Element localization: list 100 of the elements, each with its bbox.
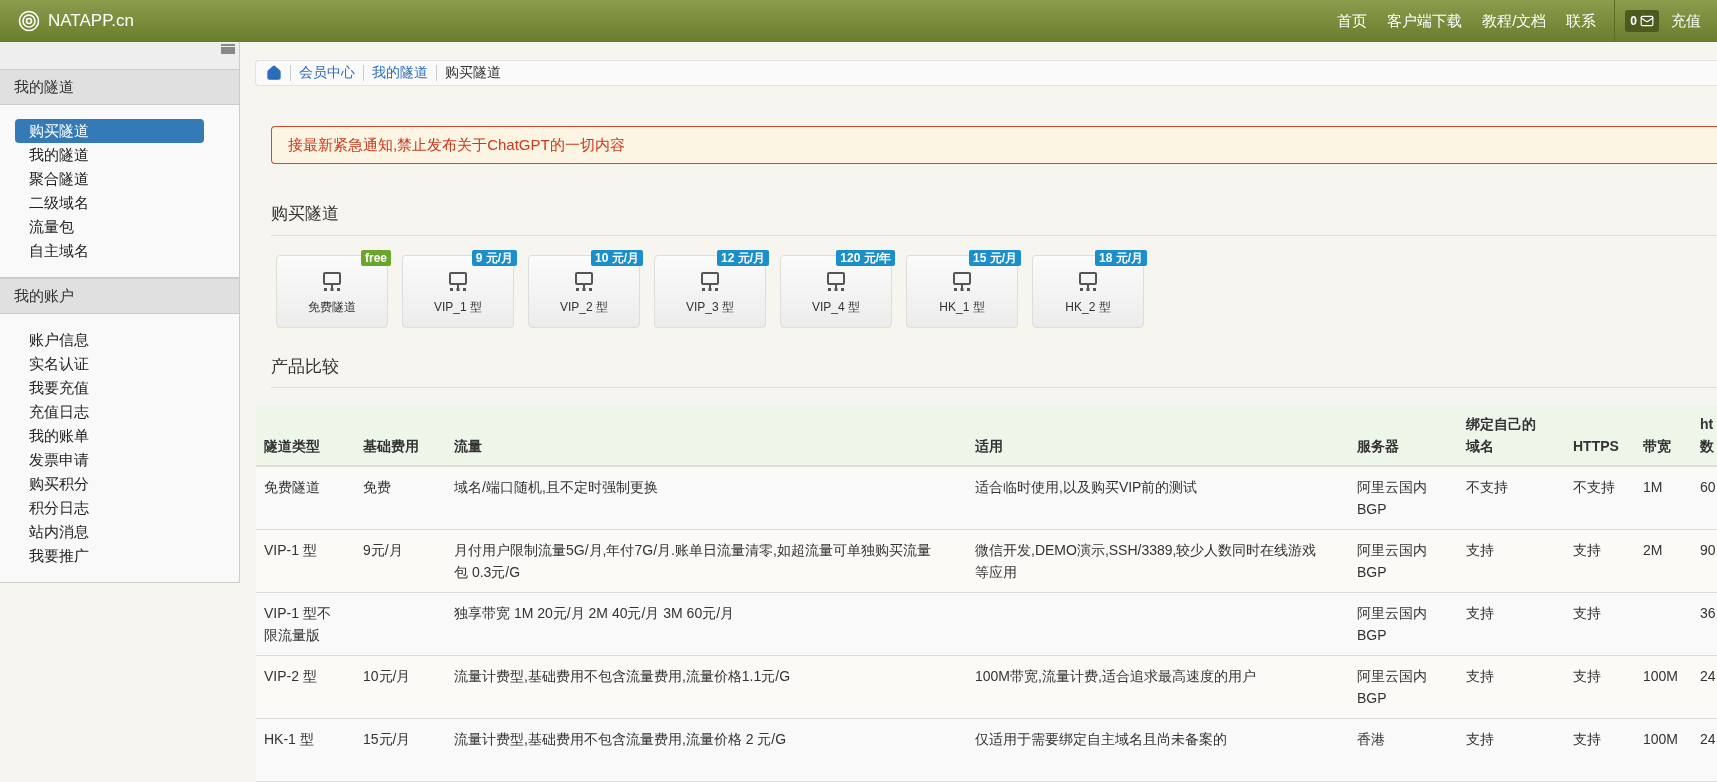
price-badge: 15 元/月 — [969, 249, 1021, 266]
breadcrumb-link[interactable]: 会员中心 — [299, 62, 355, 84]
table-cell-text: 阿里云国内 BGP — [1356, 478, 1428, 519]
table-cell-text: 不支持 — [1572, 478, 1616, 497]
table-cell-text: 免费 — [362, 478, 392, 497]
sidebar-item[interactable]: 实名认证 — [15, 352, 204, 376]
table-cell-text: 24 — [1699, 667, 1717, 686]
logo-text[interactable]: NATAPP.cn — [48, 8, 134, 34]
table-cell-text: 阿里云国内 BGP — [1356, 667, 1428, 708]
table-cell-text: 100M带宽,流量计费,适合追求最高速度的用户 — [974, 667, 1257, 686]
column-header: ht 数 — [1699, 415, 1715, 456]
nav-link[interactable]: 联系 — [1566, 9, 1597, 33]
table-cell-text: 不支持 — [1465, 478, 1509, 497]
table-cell-text: 流量计费型,基础费用不包含流量费用,流量价格 2 元/G — [453, 730, 788, 749]
sidebar-item[interactable]: 账户信息 — [15, 328, 204, 352]
table-cell-text: 支持 — [1572, 730, 1602, 749]
sidebar-section-header: 我的账户 — [0, 278, 239, 314]
table-cell-text: 支持 — [1572, 541, 1602, 560]
table-cell-text: 60 — [1699, 478, 1717, 497]
plan-name: VIP_2 型 — [560, 299, 608, 316]
table-cell-text: VIP-1 型 — [263, 541, 318, 560]
price-badge: 9 元/月 — [471, 249, 517, 266]
monitor-network-icon — [1079, 272, 1097, 292]
table-cell-text: 100M — [1642, 730, 1680, 749]
sidebar-item[interactable]: 我的隧道 — [15, 143, 204, 167]
table-cell-text: 月付用户限制流量5G/月,年付7G/月.账单日流量清零,如超流量可单独购买流量包 0.3元/G — [453, 541, 932, 582]
sidebar-item[interactable]: 发票申请 — [15, 448, 204, 472]
table-cell-text: 1M — [1642, 478, 1664, 497]
table-cell-text: 阿里云国内 BGP — [1356, 541, 1428, 582]
table-cell-text: 流量计费型,基础费用不包含流量费用,流量价格1.1元/G — [453, 667, 792, 686]
plan-name: HK_2 型 — [1065, 299, 1111, 316]
sidebar-item[interactable]: 聚合隧道 — [15, 167, 204, 191]
breadcrumb-link[interactable]: 购买隧道 — [445, 62, 501, 84]
sidebar-item[interactable]: 充值日志 — [15, 400, 204, 424]
section-heading: 购买隧道 — [271, 204, 339, 223]
table-cell-text: HK-1 型 — [263, 730, 315, 749]
column-header: 适用 — [974, 437, 1004, 456]
table-cell-text: 独享带宽 1M 20元/月 2M 40元/月 3M 60元/月 — [453, 604, 736, 623]
table-cell-text: 香港 — [1356, 730, 1386, 749]
table-cell-text: 仅适用于需要绑定自主域名且尚未备案的 — [974, 730, 1228, 749]
message-badge[interactable]: 0 — [1625, 10, 1659, 32]
price-badge: 120 元/年 — [836, 249, 895, 266]
sidebar-item[interactable]: 站内消息 — [15, 520, 204, 544]
sidebar-item[interactable]: 积分日志 — [15, 496, 204, 520]
monitor-network-icon — [575, 272, 593, 292]
collapse-toggle-icon[interactable] — [221, 44, 235, 54]
nav-link[interactable]: 教程/文档 — [1482, 9, 1547, 33]
column-header: 服务器 — [1356, 437, 1400, 456]
table-cell-text: 支持 — [1465, 730, 1495, 749]
table-cell-text: VIP-1 型不限流量版 — [263, 604, 332, 645]
column-header: HTTPS — [1572, 437, 1620, 456]
sidebar-item[interactable]: 二级域名 — [15, 191, 204, 215]
table-cell-text: 10元/月 — [362, 667, 412, 686]
plan-name: VIP_3 型 — [686, 299, 734, 316]
table-cell-text: 免费隧道 — [263, 478, 321, 497]
breadcrumb-link[interactable]: 我的隧道 — [372, 62, 428, 84]
table-cell-text: 90 — [1699, 541, 1717, 560]
column-header: 隧道类型 — [263, 437, 321, 456]
table-cell-text: 100M — [1642, 667, 1680, 686]
table-cell-text: 域名/端口随机,且不定时强制更换 — [453, 478, 659, 497]
home-icon[interactable] — [266, 64, 282, 81]
column-header: 基础费用 — [362, 437, 420, 456]
table-cell-text: 36 — [1699, 604, 1717, 623]
sidebar-section-header: 我的隧道 — [0, 69, 239, 105]
sidebar-item[interactable]: 我要充值 — [15, 376, 204, 400]
section-heading: 产品比较 — [271, 356, 339, 376]
message-count: 0 — [1630, 13, 1637, 30]
table-cell-text: VIP-2 型 — [263, 667, 318, 686]
table-cell-text: 支持 — [1572, 667, 1602, 686]
table-cell-text: 支持 — [1465, 541, 1495, 560]
recharge-link[interactable]: 充值 — [1671, 9, 1701, 33]
nav-link[interactable]: 客户端下载 — [1387, 9, 1463, 33]
sidebar-item[interactable]: 购买积分 — [15, 472, 204, 496]
table-cell-text: 15元/月 — [362, 730, 412, 749]
table-cell-text: 支持 — [1465, 604, 1495, 623]
sidebar-item[interactable]: 流量包 — [15, 215, 204, 239]
table-cell-text: 9元/月 — [362, 541, 404, 560]
sidebar-item[interactable]: 购买隧道 — [15, 119, 204, 143]
table-cell-text: 阿里云国内 BGP — [1356, 604, 1428, 645]
spiral-logo-icon — [18, 10, 40, 32]
notice-alert: 接最新紧急通知,禁止发布关于ChatGPT的一切内容 — [271, 125, 1717, 164]
plan-name: HK_1 型 — [939, 299, 985, 316]
monitor-network-icon — [827, 272, 845, 292]
column-header: 流量 — [453, 437, 483, 456]
table-cell-text: 2M — [1642, 541, 1664, 560]
nav-link[interactable]: 首页 — [1337, 9, 1368, 33]
plan-name: VIP_4 型 — [812, 299, 860, 316]
plan-name: VIP_1 型 — [434, 299, 482, 316]
mail-icon — [1640, 14, 1654, 28]
sidebar-item[interactable]: 我要推广 — [15, 544, 204, 568]
price-badge: 18 元/月 — [1095, 249, 1147, 266]
table-cell-text: 24 — [1699, 730, 1717, 749]
price-badge: 12 元/月 — [717, 249, 769, 266]
price-badge: 10 元/月 — [591, 249, 643, 266]
plan-name: 免费隧道 — [308, 299, 356, 316]
sidebar-item[interactable]: 我的账单 — [15, 424, 204, 448]
table-cell-text: 支持 — [1465, 667, 1495, 686]
monitor-network-icon — [449, 272, 467, 292]
sidebar-item[interactable]: 自主域名 — [15, 239, 204, 263]
table-cell-text: 微信开发,DEMO演示,SSH/3389,较少人数同时在线游戏等应用 — [974, 541, 1318, 582]
